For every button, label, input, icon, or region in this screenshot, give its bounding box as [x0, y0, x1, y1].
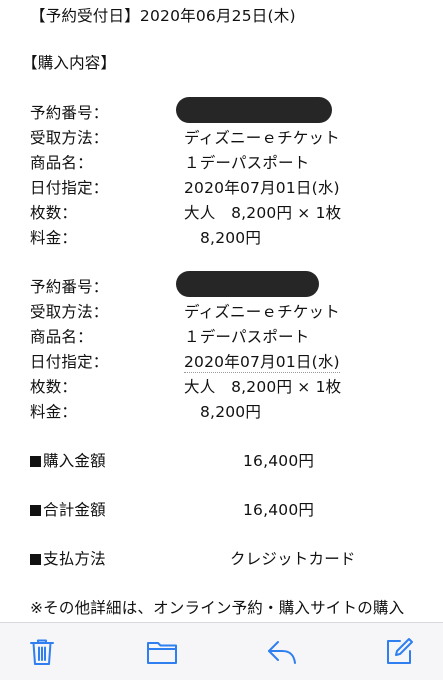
fee-value: 8,200円 [200, 229, 262, 247]
fee-value: 8,200円 [200, 403, 262, 421]
date-label: 日付指定： [30, 179, 109, 197]
purchase-amount-label-row: 購入金額 [30, 451, 106, 471]
folder-icon [147, 642, 177, 664]
reception-date: 【予約受付日】2020年06月25日(木) [30, 7, 296, 25]
fee-label: 料金： [30, 403, 78, 421]
payment-method-label: 支払方法 [43, 550, 106, 568]
product-name-value: １デーパスポート [184, 328, 310, 346]
reservation-number-label: 予約番号： [30, 104, 109, 122]
payment-method-value: クレジットカード [230, 550, 356, 568]
purchase-amount-label: 購入金額 [43, 452, 106, 470]
fee-label: 料金： [30, 229, 78, 247]
square-bullet-icon [30, 505, 41, 516]
total-amount-label-row: 合計金額 [30, 500, 106, 520]
reply-button[interactable] [264, 637, 300, 667]
receive-method-value: ディズニーｅチケット [184, 303, 340, 321]
reservation-number-label: 予約番号： [30, 278, 109, 296]
ticket-count-label: 枚数： [30, 204, 78, 222]
reply-icon [268, 641, 296, 664]
total-amount-value: 16,400円 [243, 501, 315, 519]
email-body: 【予約受付日】2020年06月25日(木) 【購入内容】 予約番号： 受取方法：… [0, 0, 443, 622]
product-name-label: 商品名： [30, 154, 93, 172]
receive-method-value: ディズニーｅチケット [184, 129, 340, 147]
details-note: ※その他詳細は、オンライン予約・購入サイトの購入 [30, 599, 405, 617]
receive-method-label: 受取方法： [30, 303, 109, 321]
compose-button[interactable] [383, 637, 415, 667]
date-value: 2020年07月01日(水) [184, 179, 340, 197]
receive-method-label: 受取方法： [30, 129, 109, 147]
square-bullet-icon [30, 554, 41, 565]
reservation-number-redacted [176, 271, 319, 297]
ticket-count-value: 大人 8,200円 × 1枚 [184, 378, 342, 396]
payment-method-label-row: 支払方法 [30, 549, 106, 569]
date-link[interactable]: 2020年07月01日(水) [184, 352, 340, 373]
reservation-number-redacted [176, 97, 332, 123]
ticket-count-label: 枚数： [30, 378, 78, 396]
delete-button[interactable] [26, 637, 58, 667]
product-name-label: 商品名： [30, 328, 93, 346]
purchase-amount-value: 16,400円 [243, 452, 315, 470]
section-title: 【購入内容】 [22, 54, 117, 72]
square-bullet-icon [30, 456, 41, 467]
trash-icon [30, 639, 54, 665]
date-label: 日付指定： [30, 353, 109, 371]
compose-icon [387, 638, 413, 664]
ticket-count-value: 大人 8,200円 × 1枚 [184, 204, 342, 222]
date-value[interactable]: 2020年07月01日(水) [184, 353, 340, 373]
mail-toolbar [0, 622, 443, 680]
product-name-value: １デーパスポート [184, 154, 310, 172]
total-amount-label: 合計金額 [43, 501, 106, 519]
move-to-folder-button[interactable] [144, 637, 180, 667]
